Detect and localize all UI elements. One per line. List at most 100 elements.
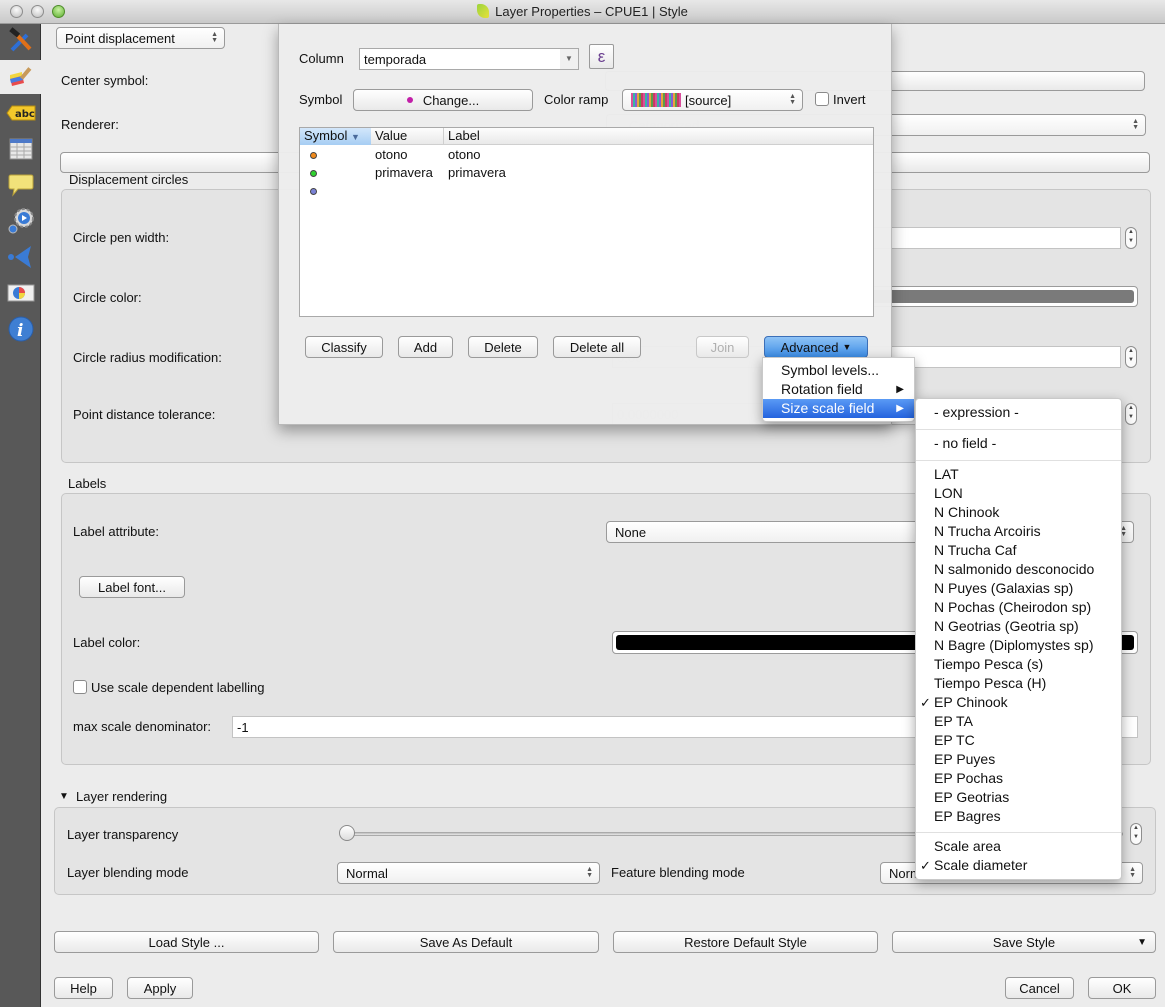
submenu-arrow-icon: ▶: [896, 384, 904, 395]
category-symbol-icon[interactable]: [310, 188, 317, 195]
menu-separator: [916, 460, 1121, 461]
column-select[interactable]: temporada ▼: [359, 48, 579, 70]
gear-play-icon: [8, 208, 34, 234]
color-ramp-label: Color ramp: [544, 92, 609, 107]
pie-chart-icon: [7, 284, 34, 302]
menu-item-size-scale-field[interactable]: Size scale field ▶: [763, 399, 914, 418]
menu-item-field[interactable]: Tiempo Pesca (s): [916, 655, 1121, 674]
layer-transparency-slider[interactable]: [339, 825, 355, 841]
change-symbol-button[interactable]: Change...: [353, 89, 533, 111]
sidebar-item-general[interactable]: [0, 24, 41, 58]
save-style-button[interactable]: Save Style ▼: [892, 931, 1156, 953]
restore-default-style-button[interactable]: Restore Default Style: [613, 931, 878, 953]
scale-dependent-labelling-checkbox[interactable]: [73, 680, 87, 694]
menu-item-field[interactable]: EP Pochas: [916, 769, 1121, 788]
circle-pen-width-spinner[interactable]: ▲ ▼: [1125, 227, 1137, 249]
color-ramp-preview: [631, 93, 681, 107]
collapse-triangle-icon[interactable]: ▼: [59, 791, 69, 802]
category-label[interactable]: otono: [448, 146, 481, 164]
delete-button[interactable]: Delete: [468, 336, 538, 358]
category-label[interactable]: primavera: [448, 164, 506, 182]
column-header-symbol[interactable]: Symbol ▼: [300, 128, 371, 145]
circle-radius-modification-spinner[interactable]: ▲ ▼: [1125, 346, 1137, 368]
label-color-label: Label color:: [73, 635, 141, 650]
menu-item-field[interactable]: EP Bagres: [916, 807, 1121, 826]
category-value[interactable]: primavera: [375, 164, 433, 182]
menu-item-scale-diameter[interactable]: ✓ Scale diameter: [916, 856, 1121, 875]
menu-item-field[interactable]: ✓ EP Chinook: [916, 693, 1121, 712]
join-arrow-icon: [7, 246, 31, 268]
load-style-button[interactable]: Load Style ...: [54, 931, 319, 953]
menu-item-field[interactable]: N Pochas (Cheirodon sp): [916, 598, 1121, 617]
updown-arrows-icon: ▲ ▼: [1132, 118, 1139, 131]
menu-item-field[interactable]: Tiempo Pesca (H): [916, 674, 1121, 693]
sidebar-item-metadata[interactable]: i: [0, 312, 41, 346]
category-symbol-icon[interactable]: [310, 170, 317, 177]
updown-arrows-icon: ▲ ▼: [211, 31, 218, 44]
classify-button[interactable]: Classify: [305, 336, 383, 358]
renderer-type-select[interactable]: Point displacement ▲ ▼: [56, 27, 225, 49]
sidebar-item-style[interactable]: [0, 60, 41, 94]
sidebar-item-actions[interactable]: [0, 204, 41, 238]
sidebar-item-fields[interactable]: [0, 132, 41, 166]
ok-button[interactable]: OK: [1088, 977, 1156, 999]
layer-blending-mode-select[interactable]: Normal ▲ ▼: [337, 862, 600, 884]
menu-item-field[interactable]: N Chinook: [916, 503, 1121, 522]
column-header-label[interactable]: Label: [444, 128, 644, 145]
menu-item-field[interactable]: EP Geotrias: [916, 788, 1121, 807]
abc-label-icon: abc: [5, 105, 35, 121]
table-row[interactable]: [300, 182, 873, 200]
cancel-button[interactable]: Cancel: [1005, 977, 1074, 999]
menu-separator: [916, 429, 1121, 430]
save-as-default-button[interactable]: Save As Default: [333, 931, 599, 953]
help-button[interactable]: Help: [54, 977, 113, 999]
category-symbol-icon[interactable]: [310, 152, 317, 159]
svg-text:abc: abc: [15, 109, 35, 120]
layer-transparency-spinner[interactable]: ▲ ▼: [1130, 823, 1142, 845]
expression-button[interactable]: ε: [589, 44, 614, 69]
menu-item-no-field[interactable]: - no field -: [916, 434, 1121, 453]
menu-item-symbol-levels[interactable]: Symbol levels...: [763, 361, 914, 380]
layer-transparency-label: Layer transparency: [67, 827, 179, 842]
delete-all-button[interactable]: Delete all: [553, 336, 641, 358]
window-titlebar: Layer Properties – CPUE1 | Style: [0, 0, 1165, 24]
point-distance-tolerance-spinner[interactable]: ▲ ▼: [1125, 403, 1137, 425]
menu-item-field[interactable]: EP TC: [916, 731, 1121, 750]
table-row[interactable]: otono otono: [300, 146, 873, 164]
column-header-value[interactable]: Value: [371, 128, 444, 145]
color-ramp-select[interactable]: [source] ▲ ▼: [622, 89, 803, 111]
sidebar-item-diagrams[interactable]: [0, 276, 41, 310]
menu-item-field[interactable]: LAT: [916, 465, 1121, 484]
add-button[interactable]: Add: [398, 336, 453, 358]
categories-table[interactable]: Symbol ▼ Value Label otono otono primavera…: [299, 127, 874, 317]
properties-sidebar: abc i: [0, 24, 41, 1007]
advanced-menu: Symbol levels... Rotation field ▶ Size scal…: [762, 357, 915, 422]
menu-item-field[interactable]: N Trucha Caf: [916, 541, 1121, 560]
menu-item-field[interactable]: N Geotrias (Geotria sp): [916, 617, 1121, 636]
category-value[interactable]: otono: [375, 146, 408, 164]
invert-checkbox[interactable]: [815, 92, 829, 106]
sidebar-item-display[interactable]: [0, 168, 41, 202]
apply-button[interactable]: Apply: [127, 977, 193, 999]
table-row[interactable]: primavera primavera: [300, 164, 873, 182]
menu-item-scale-area[interactable]: Scale area: [916, 837, 1121, 856]
dropdown-arrow-icon[interactable]: ▼: [560, 49, 578, 69]
advanced-button[interactable]: Advanced ▼: [764, 336, 868, 358]
menu-item-field[interactable]: N salmonido desconocido: [916, 560, 1121, 579]
menu-item-field[interactable]: LON: [916, 484, 1121, 503]
dropdown-arrow-icon: ▼: [1137, 936, 1147, 948]
sidebar-item-joins[interactable]: [0, 240, 41, 274]
sidebar-item-labels[interactable]: abc: [0, 96, 41, 130]
join-button[interactable]: Join: [696, 336, 749, 358]
label-font-button[interactable]: Label font...: [79, 576, 185, 598]
menu-item-expression[interactable]: - expression -: [916, 403, 1121, 422]
menu-item-field[interactable]: EP TA: [916, 712, 1121, 731]
checkmark-icon: ✓: [920, 858, 931, 873]
menu-item-field[interactable]: N Bagre (Diplomystes sp): [916, 636, 1121, 655]
menu-separator: [916, 832, 1121, 833]
menu-item-rotation-field[interactable]: Rotation field ▶: [763, 380, 914, 399]
menu-item-field[interactable]: N Trucha Arcoiris: [916, 522, 1121, 541]
menu-item-field[interactable]: EP Puyes: [916, 750, 1121, 769]
circle-color-label: Circle color:: [73, 290, 142, 305]
menu-item-field[interactable]: N Puyes (Galaxias sp): [916, 579, 1121, 598]
